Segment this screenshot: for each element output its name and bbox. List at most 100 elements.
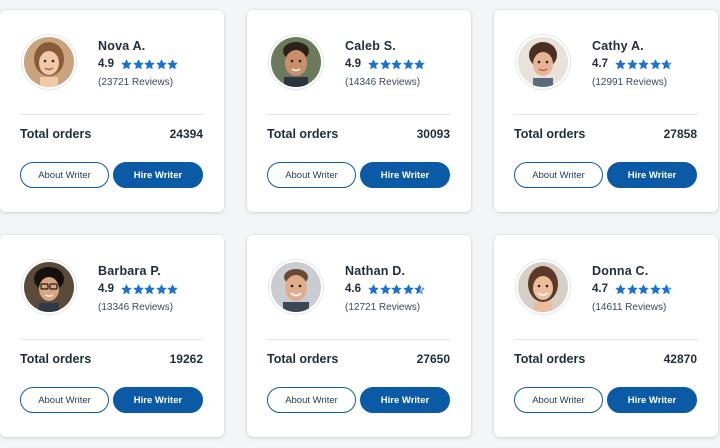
total-orders-value: 19262 — [169, 352, 203, 366]
total-orders-label: Total orders — [267, 352, 339, 366]
star-icon — [627, 59, 637, 69]
hire-writer-button[interactable]: Hire Writer — [360, 162, 450, 188]
about-writer-button[interactable]: About Writer — [20, 162, 109, 188]
review-count: (14611 Reviews) — [592, 302, 667, 313]
star-icon — [391, 59, 402, 69]
hire-writer-button[interactable]: Hire Writer — [607, 162, 697, 188]
star-icon — [650, 59, 660, 69]
total-orders-value: 27650 — [416, 352, 450, 366]
star-icon — [156, 59, 166, 69]
hire-writer-button[interactable]: Hire Writer — [113, 162, 203, 188]
about-writer-button[interactable]: About Writer — [20, 387, 109, 413]
rating-value: 4.9 — [98, 58, 114, 70]
total-orders-label: Total orders — [514, 127, 586, 141]
writer-name: Nova A. — [98, 39, 146, 53]
writer-name: Barbara P. — [98, 264, 161, 278]
total-orders-value: 30093 — [416, 127, 450, 141]
total-orders-label: Total orders — [267, 127, 339, 141]
review-count: (14346 Reviews) — [345, 77, 421, 88]
writer-card: Cathy A. 4.7 (12991 Reviews) Total order… — [494, 10, 718, 212]
divider — [267, 339, 451, 340]
review-count: (13346 Reviews) — [98, 302, 174, 313]
review-count: (12721 Reviews) — [345, 302, 421, 313]
writer-avatar — [271, 37, 321, 87]
star-rating — [368, 59, 426, 70]
total-orders-label: Total orders — [20, 127, 92, 141]
review-count: (23721 Reviews) — [98, 77, 174, 88]
writer-avatar — [24, 37, 74, 87]
star-icon — [368, 59, 379, 69]
star-icon — [627, 284, 637, 294]
rating-value: 4.9 — [98, 283, 114, 295]
rating-value: 4.9 — [345, 58, 361, 70]
star-icon — [414, 284, 425, 294]
star-icon — [403, 59, 413, 69]
star-icon — [391, 284, 402, 294]
total-orders-value: 27858 — [663, 127, 697, 141]
writer-card: Nathan D. 4.6 (12721 Reviews) Total orde… — [247, 235, 471, 437]
star-icon — [167, 59, 178, 69]
rating-row: 4.9 — [98, 58, 179, 70]
hire-writer-button[interactable]: Hire Writer — [360, 387, 450, 413]
total-orders-label: Total orders — [514, 352, 586, 366]
review-count: (12991 Reviews) — [592, 77, 668, 88]
star-rating — [121, 59, 179, 70]
star-icon — [661, 59, 672, 69]
star-icon — [133, 59, 143, 69]
star-rating — [121, 284, 179, 295]
star-icon — [403, 284, 413, 294]
divider — [514, 339, 698, 340]
rating-value: 4.6 — [345, 283, 361, 295]
divider — [20, 339, 204, 340]
rating-row: 4.9 — [345, 58, 426, 70]
writer-card: Caleb S. 4.9 (14346 Reviews) Total order… — [247, 10, 471, 212]
about-writer-button[interactable]: About Writer — [267, 387, 356, 413]
star-icon — [144, 59, 155, 69]
star-icon — [414, 59, 425, 69]
about-writer-button[interactable]: About Writer — [514, 387, 603, 413]
about-writer-button[interactable]: About Writer — [267, 162, 356, 188]
divider — [514, 114, 698, 115]
star-icon — [144, 284, 155, 294]
star-icon — [156, 284, 166, 294]
star-icon — [133, 284, 143, 294]
writer-avatar — [271, 262, 321, 312]
writer-card: Nova A. 4.9 (23721 Reviews) Total orders… — [0, 10, 224, 212]
total-orders-value: 24394 — [169, 127, 203, 141]
hire-writer-button[interactable]: Hire Writer — [607, 387, 697, 413]
writer-name: Caleb S. — [345, 39, 396, 53]
star-icon — [638, 59, 649, 69]
writer-name: Cathy A. — [592, 39, 644, 53]
star-icon — [167, 284, 178, 294]
writer-avatar — [518, 262, 568, 312]
star-icon — [121, 284, 132, 294]
star-icon — [661, 284, 672, 294]
star-icon — [380, 59, 390, 69]
writer-name: Nathan D. — [345, 264, 406, 278]
writer-card: Barbara P. 4.9 (13346 Reviews) Total ord… — [0, 235, 224, 437]
rating-value: 4.7 — [592, 283, 608, 295]
total-orders-label: Total orders — [20, 352, 92, 366]
rating-row: 4.9 — [98, 283, 179, 295]
star-icon — [650, 284, 660, 294]
star-icon — [638, 284, 649, 294]
about-writer-button[interactable]: About Writer — [514, 162, 603, 188]
total-orders-value: 42870 — [663, 352, 697, 366]
rating-row: 4.7 — [592, 283, 673, 295]
star-icon — [615, 59, 626, 69]
hire-writer-button[interactable]: Hire Writer — [113, 387, 203, 413]
writer-name: Donna C. — [592, 264, 649, 278]
star-icon — [380, 284, 390, 294]
star-icon — [121, 59, 132, 69]
divider — [267, 114, 451, 115]
writer-avatar — [518, 37, 568, 87]
writer-avatar — [24, 262, 74, 312]
star-icon — [615, 284, 626, 294]
writer-card: Donna C. 4.7 (14611 Reviews) Total order… — [494, 235, 718, 437]
divider — [20, 114, 204, 115]
star-icon — [368, 284, 379, 294]
star-rating — [615, 59, 673, 70]
rating-value: 4.7 — [592, 58, 608, 70]
rating-row: 4.7 — [592, 58, 673, 70]
rating-row: 4.6 — [345, 283, 426, 295]
